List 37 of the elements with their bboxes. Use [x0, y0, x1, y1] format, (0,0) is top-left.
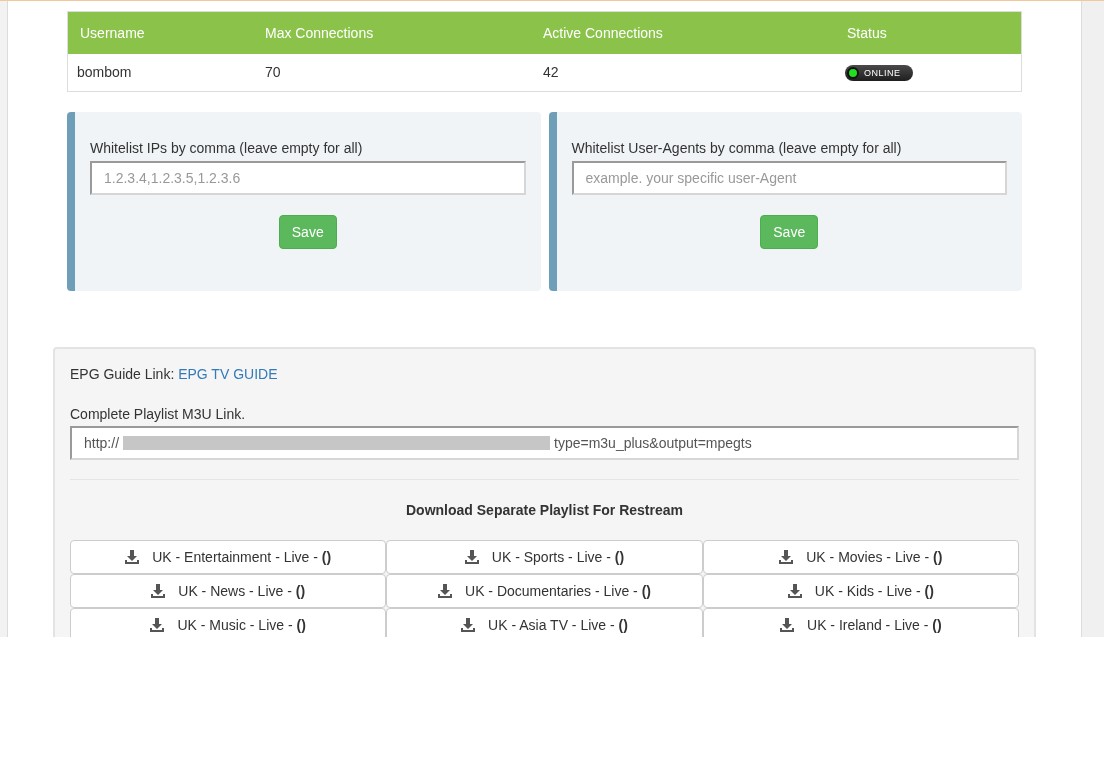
field-label: Whitelist User-Agents by comma (leave empty for all): [571, 140, 902, 156]
epg-guide-text: EPG Guide Link: EPG TV GUIDE: [70, 365, 278, 384]
url-text: type=m3u_plus&output=mpegts: [554, 433, 752, 453]
table-cell: 70: [265, 64, 281, 80]
column-header: Username: [80, 24, 145, 41]
input-field[interactable]: 1.2.3.4,1.2.3.5,1.2.3.6: [90, 161, 526, 195]
download-icon: [125, 550, 140, 564]
download-button[interactable]: UK - Entertainment - Live - (): [70, 540, 387, 574]
column-header: Max Connections: [265, 24, 374, 41]
download-icon: [779, 550, 794, 564]
download-icon: [151, 584, 166, 598]
download-icon: [461, 618, 476, 632]
url-text: http://: [84, 433, 120, 453]
download-icon: [787, 584, 802, 598]
field-label: Whitelist IPs by comma (leave empty for all): [90, 140, 363, 156]
download-button[interactable]: UK - Movies - Live - (): [702, 540, 1019, 574]
status-text: ONLINE: [864, 67, 901, 78]
column-header: Status: [847, 24, 887, 41]
table-cell: 42: [543, 64, 559, 80]
url-field[interactable]: http:// type=m3u_plus&output=mpegts: [70, 426, 1019, 460]
input-field[interactable]: example. your specific user-Agent: [571, 161, 1007, 195]
section-heading: Download Separate Playlist For Restream: [406, 501, 683, 520]
field-label: Complete Playlist M3U Link.: [70, 406, 246, 422]
download-icon: [780, 618, 795, 632]
download-icon: [150, 618, 165, 632]
table-cell: bombom: [77, 64, 132, 80]
download-button[interactable]: UK - Music - Live - (): [70, 608, 387, 637]
column-header: Active Connections: [543, 24, 663, 41]
download-button[interactable]: UK - Asia TV - Live - (): [386, 608, 703, 637]
download-button[interactable]: UK - Documentaries - Live - (): [386, 574, 703, 608]
download-button[interactable]: UK - Sports - Live - (): [386, 540, 703, 574]
download-button[interactable]: UK - Ireland - Live - (): [702, 608, 1019, 637]
download-button[interactable]: UK - Kids - Live - (): [702, 574, 1019, 608]
download-button[interactable]: UK - News - Live - (): [70, 574, 387, 608]
download-icon: [438, 584, 452, 598]
download-icon: [464, 550, 479, 564]
epg-guide-link[interactable]: EPG TV GUIDE: [178, 366, 278, 382]
